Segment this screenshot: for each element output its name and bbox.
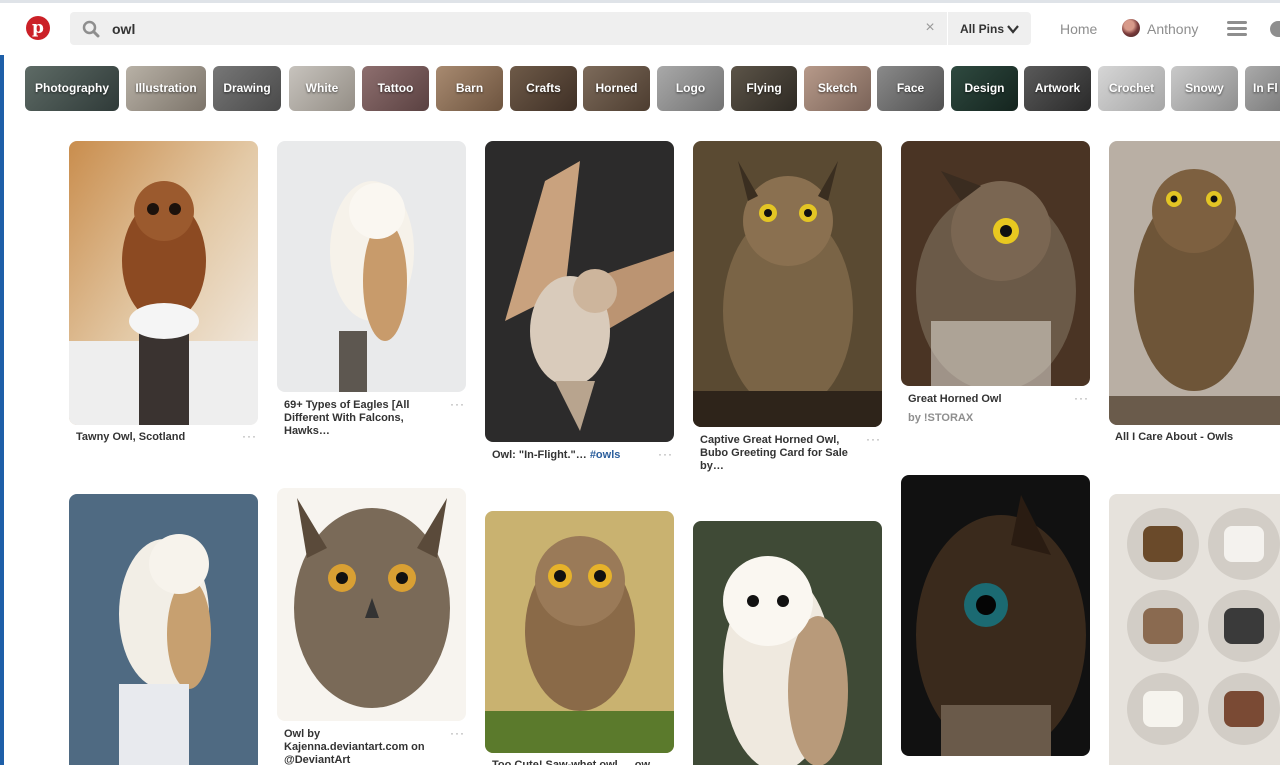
pin-caption[interactable]: All I Care About - Owls bbox=[1115, 431, 1275, 444]
pin-image-owl-species-chart[interactable] bbox=[1109, 494, 1280, 765]
chevron-down-icon bbox=[1006, 22, 1020, 36]
hashtag-link[interactable]: #owls bbox=[590, 449, 621, 461]
pin-image-owl-painting[interactable] bbox=[277, 488, 466, 721]
pinterest-logo-icon[interactable]: p bbox=[26, 16, 50, 40]
pin-caption[interactable]: Too Cute! Saw-whet owl … ow bbox=[492, 759, 662, 765]
pin-image-saw-whet-owl[interactable] bbox=[485, 511, 674, 753]
chip-horned[interactable]: Horned bbox=[583, 66, 650, 111]
chip-sketch[interactable]: Sketch bbox=[804, 66, 871, 111]
chip-white[interactable]: White bbox=[289, 66, 355, 111]
chat-icon[interactable] bbox=[1270, 21, 1280, 37]
chip-face[interactable]: Face bbox=[877, 66, 944, 111]
chip-design[interactable]: Design bbox=[951, 66, 1018, 111]
chip-drawing[interactable]: Drawing bbox=[213, 66, 281, 111]
pin-caption[interactable]: Captive Great Horned Owl, Bubo Greeting … bbox=[700, 434, 855, 473]
window-edge bbox=[0, 0, 4, 765]
pin-caption[interactable]: Owl by Kajenna.deviantart.com on @Devian… bbox=[284, 728, 444, 767]
avatar[interactable] bbox=[1122, 19, 1140, 37]
more-options-icon[interactable]: ··· bbox=[658, 447, 673, 461]
more-options-icon[interactable]: ··· bbox=[1074, 391, 1089, 405]
search-bar[interactable]: × bbox=[70, 12, 947, 45]
more-options-icon[interactable]: ··· bbox=[450, 726, 465, 740]
pin-image-owl-branch[interactable] bbox=[1109, 141, 1280, 425]
more-options-icon[interactable]: ··· bbox=[242, 429, 257, 443]
more-options-icon[interactable]: ··· bbox=[866, 432, 881, 446]
pin-caption[interactable]: 69+ Types of Eagles [All Different With … bbox=[284, 399, 434, 438]
pin-image-barn-owl-white[interactable] bbox=[277, 141, 466, 392]
search-icon bbox=[82, 20, 100, 38]
pin-image-barn-owl-post[interactable] bbox=[69, 494, 258, 765]
chip-flying[interactable]: Flying bbox=[731, 66, 797, 111]
pin-source[interactable]: by !STORAX bbox=[908, 412, 973, 424]
more-options-icon[interactable]: ··· bbox=[450, 397, 465, 411]
chip-artwork[interactable]: Artwork bbox=[1024, 66, 1091, 111]
pin-image-great-horned-owl[interactable] bbox=[693, 141, 882, 427]
chip-crochet[interactable]: Crochet bbox=[1098, 66, 1165, 111]
clear-search-icon[interactable]: × bbox=[922, 20, 938, 36]
pin-image-owl-eye-closeup[interactable] bbox=[901, 475, 1090, 756]
menu-icon[interactable] bbox=[1227, 21, 1247, 37]
pin-filter-dropdown[interactable]: All Pins bbox=[948, 12, 1031, 45]
chip-snowy[interactable]: Snowy bbox=[1171, 66, 1238, 111]
pin-image-barn-owl-portrait[interactable] bbox=[693, 521, 882, 765]
search-input[interactable] bbox=[112, 12, 912, 45]
pin-image-tawny-owl[interactable] bbox=[69, 141, 258, 425]
pin-caption[interactable]: Tawny Owl, Scotland bbox=[76, 431, 236, 444]
nav-home-link[interactable]: Home bbox=[1060, 21, 1097, 37]
pin-caption[interactable]: Great Horned Owl bbox=[908, 393, 1068, 406]
chip-barn[interactable]: Barn bbox=[436, 66, 503, 111]
chip-logo[interactable]: Logo bbox=[657, 66, 724, 111]
pin-image-great-horned-owl-2[interactable] bbox=[901, 141, 1090, 386]
chip-illustration[interactable]: Illustration bbox=[126, 66, 206, 111]
header: p × All Pins Home Anthony bbox=[0, 3, 1280, 55]
guide-chips: Photography Illustration Drawing White T… bbox=[25, 66, 1280, 111]
chip-crafts[interactable]: Crafts bbox=[510, 66, 577, 111]
chip-photography[interactable]: Photography bbox=[25, 66, 119, 111]
filter-label: All Pins bbox=[960, 22, 1005, 36]
nav-user-link[interactable]: Anthony bbox=[1147, 21, 1198, 37]
pin-caption[interactable]: Owl: "In-Flight."… #owls bbox=[492, 449, 642, 462]
chip-in-flight[interactable]: In Fl bbox=[1245, 66, 1280, 111]
chip-tattoo[interactable]: Tattoo bbox=[362, 66, 429, 111]
pin-image-owl-in-flight[interactable] bbox=[485, 141, 674, 442]
